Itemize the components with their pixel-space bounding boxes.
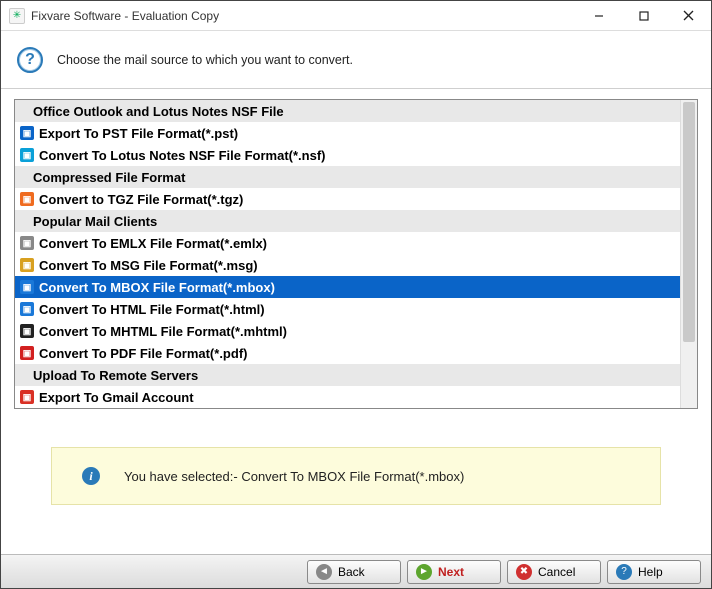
cancel-label: Cancel (538, 565, 575, 579)
list-item[interactable]: ▣ Export To PST File Format(*.pst) (15, 122, 680, 144)
arrow-left-icon: ◄ (316, 564, 332, 580)
close-button[interactable] (666, 1, 711, 30)
info-icon: i (82, 467, 100, 485)
list-item[interactable]: ▣ Convert to TGZ File Format(*.tgz) (15, 188, 680, 210)
gmail-icon: ▣ (19, 389, 35, 405)
cancel-button[interactable]: ✖ Cancel (507, 560, 601, 584)
list-item-label: Popular Mail Clients (33, 214, 157, 229)
list-item-label: Convert To MHTML File Format(*.mhtml) (39, 324, 287, 339)
list-item-label: Convert To HTML File Format(*.html) (39, 302, 265, 317)
list-item[interactable]: ▣ Export To Gmail Account (15, 386, 680, 408)
maximize-button[interactable] (621, 1, 666, 30)
list-item-label: Compressed File Format (33, 170, 185, 185)
window-title: Fixvare Software - Evaluation Copy (31, 9, 576, 23)
footer: ◄ Back ► Next ✖ Cancel ? Help (1, 554, 711, 588)
format-list: Office Outlook and Lotus Notes NSF File ▣… (14, 99, 698, 409)
help-label: Help (638, 565, 663, 579)
arrow-right-icon: ► (416, 564, 432, 580)
next-label: Next (438, 565, 464, 579)
scrollbar-thumb[interactable] (683, 102, 695, 342)
app-icon: ✳ (9, 8, 25, 24)
status-panel: i You have selected:- Convert To MBOX Fi… (51, 447, 661, 505)
list-item[interactable]: ▣ Convert To PDF File Format(*.pdf) (15, 342, 680, 364)
lotus-icon: ▣ (19, 147, 35, 163)
emlx-icon: ▣ (19, 235, 35, 251)
next-button[interactable]: ► Next (407, 560, 501, 584)
mhtml-icon: ▣ (19, 323, 35, 339)
list-item-label: Convert To EMLX File Format(*.emlx) (39, 236, 267, 251)
list-item-label: Export To PST File Format(*.pst) (39, 126, 238, 141)
list-item-label: Convert To PDF File Format(*.pdf) (39, 346, 247, 361)
minimize-button[interactable] (576, 1, 621, 30)
list-header: Popular Mail Clients (15, 210, 680, 232)
msg-icon: ▣ (19, 257, 35, 273)
list-item[interactable]: ▣ Convert To MSG File Format(*.msg) (15, 254, 680, 276)
status-prefix: You have selected:- (124, 469, 241, 484)
help-button[interactable]: ? Help (607, 560, 701, 584)
list-item-label: Convert To MBOX File Format(*.mbox) (39, 280, 275, 295)
list-item[interactable]: ▣ Convert To EMLX File Format(*.emlx) (15, 232, 680, 254)
cancel-icon: ✖ (516, 564, 532, 580)
help-icon: ? (616, 564, 632, 580)
tgz-icon: ▣ (19, 191, 35, 207)
titlebar: ✳ Fixvare Software - Evaluation Copy (1, 1, 711, 31)
mbox-icon: ▣ (19, 279, 35, 295)
status-value: Convert To MBOX File Format(*.mbox) (241, 469, 464, 484)
list-item[interactable]: ▣ Convert To MBOX File Format(*.mbox) (15, 276, 680, 298)
scrollbar[interactable] (680, 100, 697, 408)
outlook-icon: ▣ (19, 125, 35, 141)
question-icon: ? (17, 47, 43, 73)
list-item-label: Office Outlook and Lotus Notes NSF File (33, 104, 284, 119)
back-label: Back (338, 565, 365, 579)
pdf-icon: ▣ (19, 345, 35, 361)
back-button[interactable]: ◄ Back (307, 560, 401, 584)
list-item-label: Convert to TGZ File Format(*.tgz) (39, 192, 243, 207)
list-header: Compressed File Format (15, 166, 680, 188)
instruction-text: Choose the mail source to which you want… (57, 53, 353, 67)
list-item-label: Convert To Lotus Notes NSF File Format(*… (39, 148, 326, 163)
list-item[interactable]: ▣ Convert To Lotus Notes NSF File Format(… (15, 144, 680, 166)
list-header: Office Outlook and Lotus Notes NSF File (15, 100, 680, 122)
list-item-label: Upload To Remote Servers (33, 368, 198, 383)
status-text: You have selected:- Convert To MBOX File… (124, 469, 464, 484)
list-header: Upload To Remote Servers (15, 364, 680, 386)
list-item[interactable]: ▣ Convert To HTML File Format(*.html) (15, 298, 680, 320)
html-icon: ▣ (19, 301, 35, 317)
list-item-label: Convert To MSG File Format(*.msg) (39, 258, 258, 273)
format-list-inner: Office Outlook and Lotus Notes NSF File ▣… (15, 100, 680, 408)
list-item-label: Export To Gmail Account (39, 390, 194, 405)
list-item[interactable]: ▣ Convert To MHTML File Format(*.mhtml) (15, 320, 680, 342)
instruction-bar: ? Choose the mail source to which you wa… (1, 31, 711, 89)
